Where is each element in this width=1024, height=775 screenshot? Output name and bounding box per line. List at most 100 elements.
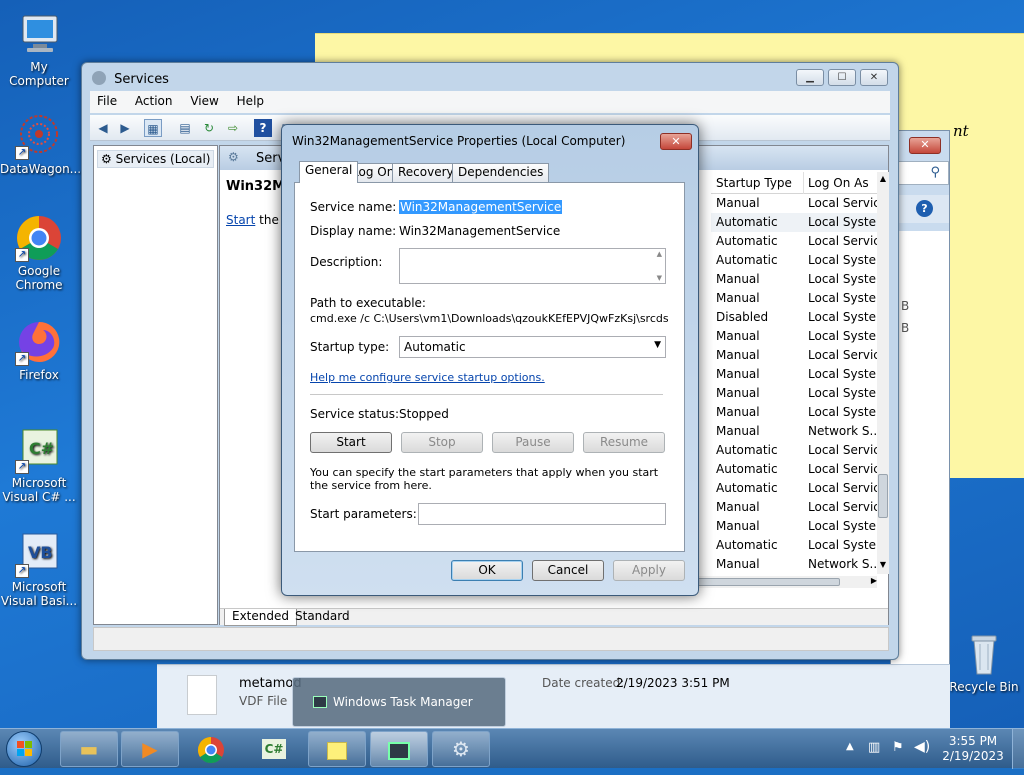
- startup-type-cell: Manual: [716, 386, 760, 400]
- table-row[interactable]: Manual Local Syste.: [711, 365, 877, 384]
- forward-arrow-icon[interactable]: ▶: [116, 119, 134, 137]
- table-row[interactable]: Automatic Local Syste.: [711, 536, 877, 555]
- taskbar-media-player-button[interactable]: ▶: [121, 731, 179, 767]
- table-row[interactable]: Manual Local Servic: [711, 346, 877, 365]
- stop-button[interactable]: Stop: [401, 432, 483, 453]
- close-icon[interactable]: ✕: [909, 137, 941, 154]
- network-icon[interactable]: ▥: [868, 740, 880, 755]
- scroll-up-icon[interactable]: ▲: [657, 250, 662, 258]
- start-service-link[interactable]: Start: [226, 213, 255, 227]
- desktop-icon-datawagon[interactable]: ↗ DataWagon...: [0, 112, 81, 176]
- menu-help[interactable]: Help: [230, 91, 271, 111]
- table-row[interactable]: Manual Local Syste.: [711, 270, 877, 289]
- tab-general[interactable]: General: [299, 161, 359, 183]
- table-row[interactable]: Automatic Local Servic: [711, 232, 877, 251]
- show-hidden-icons-button[interactable]: ▲: [846, 741, 854, 752]
- taskbar-sticky-notes-button[interactable]: [308, 731, 366, 767]
- service-name-value[interactable]: Win32ManagementService: [399, 200, 563, 214]
- vertical-scrollbar[interactable]: ▲ ▼: [877, 172, 889, 574]
- background-window[interactable]: ✕ ⚲ ? B B: [890, 130, 950, 671]
- show-desktop-button[interactable]: [1012, 729, 1024, 769]
- taskbar-services-button[interactable]: ⚙: [432, 731, 490, 767]
- properties-icon[interactable]: ▤: [176, 119, 194, 137]
- apply-button[interactable]: Apply: [613, 560, 685, 581]
- help-icon[interactable]: ?: [254, 119, 272, 137]
- properties-dialog[interactable]: Win32ManagementService Properties (Local…: [281, 124, 699, 596]
- taskbar-chrome-button[interactable]: [182, 731, 240, 767]
- chevron-down-icon: ▼: [654, 340, 661, 350]
- table-row[interactable]: Manual Network S...: [711, 422, 877, 441]
- desktop-icon-recycle-bin[interactable]: Recycle Bin: [944, 630, 1024, 694]
- display-name-value[interactable]: Win32ManagementService: [399, 224, 560, 238]
- tab-dependencies[interactable]: Dependencies: [452, 163, 550, 182]
- resume-button[interactable]: Resume: [583, 432, 665, 453]
- scroll-up-icon[interactable]: ▲: [877, 174, 889, 183]
- description-textbox[interactable]: ▲ ▼: [399, 248, 666, 284]
- scroll-down-icon[interactable]: ▼: [877, 560, 889, 569]
- menu-file[interactable]: File: [90, 91, 124, 111]
- menu-action[interactable]: Action: [128, 91, 180, 111]
- search-box[interactable]: ⚲: [891, 161, 949, 185]
- action-center-icon[interactable]: ⚑: [892, 740, 904, 755]
- table-row[interactable]: Automatic Local Servic: [711, 441, 877, 460]
- table-row[interactable]: Manual Local Syste.: [711, 517, 877, 536]
- taskbar-csharp-button[interactable]: C#: [245, 731, 303, 767]
- start-button[interactable]: [6, 731, 42, 767]
- desktop-icon-my-computer[interactable]: My Computer: [0, 10, 78, 88]
- svg-text:C#: C#: [29, 439, 54, 458]
- refresh-icon[interactable]: ↻: [200, 119, 218, 137]
- table-row[interactable]: Automatic Local Servic: [711, 479, 877, 498]
- services-menu-bar: File Action View Help: [90, 91, 890, 113]
- table-row[interactable]: Disabled Local Syste.: [711, 308, 877, 327]
- dialog-close-button[interactable]: ✕: [660, 133, 692, 150]
- table-row[interactable]: Manual Local Servic: [711, 194, 877, 213]
- tree-item-services-local[interactable]: ⚙ Services (Local): [97, 150, 215, 168]
- table-row[interactable]: Manual Local Syste.: [711, 327, 877, 346]
- export-list-icon[interactable]: ⇨: [224, 119, 242, 137]
- taskbar-thumbnail-tooltip[interactable]: Windows Task Manager: [292, 677, 506, 727]
- path-value[interactable]: cmd.exe /c C:\Users\vm1\Downloads\qzoukK…: [310, 312, 668, 325]
- column-header-startup-type[interactable]: Startup Type: [716, 176, 792, 190]
- desktop-icon-firefox[interactable]: ↗ Firefox: [0, 318, 78, 382]
- tab-recovery[interactable]: Recovery: [392, 163, 460, 182]
- tab-extended[interactable]: Extended: [224, 609, 297, 626]
- column-header-log-on-as[interactable]: Log On As: [808, 176, 869, 190]
- ok-button[interactable]: OK: [451, 560, 523, 581]
- desktop-icon-visual-basic[interactable]: VB ↗ Microsoft Visual Basi...: [0, 530, 78, 608]
- volume-icon[interactable]: ◀): [914, 739, 930, 755]
- taskbar-explorer-button[interactable]: ▬: [60, 731, 118, 767]
- taskbar-task-manager-button[interactable]: [370, 731, 428, 767]
- table-row[interactable]: Manual Local Servic: [711, 498, 877, 517]
- start-button[interactable]: Start: [310, 432, 392, 453]
- description-label: Description:: [310, 255, 383, 269]
- startup-type-select[interactable]: Automatic ▼: [399, 336, 666, 358]
- help-configure-link[interactable]: Help me configure service startup option…: [310, 371, 545, 384]
- close-button[interactable]: ✕: [860, 69, 888, 86]
- gear-icon: ⚙: [452, 737, 470, 761]
- scroll-thumb[interactable]: [878, 474, 888, 518]
- help-icon[interactable]: ?: [916, 200, 933, 217]
- tab-standard[interactable]: Standard: [290, 609, 355, 626]
- taskbar: ▬ ▶ C# ⚙ ▲ ▥ ⚑ ◀) 3:55 PM 2/19/2023: [0, 728, 1024, 769]
- pause-button[interactable]: Pause: [492, 432, 574, 453]
- table-row[interactable]: Automatic Local Syste.: [711, 213, 877, 232]
- maximize-button[interactable]: ☐: [828, 69, 856, 86]
- table-row[interactable]: Manual Local Syste.: [711, 403, 877, 422]
- show-hide-tree-icon[interactable]: ▦: [144, 119, 162, 137]
- cancel-button[interactable]: Cancel: [532, 560, 604, 581]
- table-row[interactable]: Automatic Local Syste.: [711, 251, 877, 270]
- table-row[interactable]: Manual Local Syste.: [711, 384, 877, 403]
- desktop-icon-visual-csharp[interactable]: C# ↗ Microsoft Visual C# ...: [0, 426, 78, 504]
- table-row[interactable]: Manual Network S...: [711, 555, 877, 574]
- minimize-button[interactable]: ▁: [796, 69, 824, 86]
- scroll-right-icon[interactable]: ▶: [871, 576, 877, 585]
- scroll-down-icon[interactable]: ▼: [657, 274, 662, 282]
- clock[interactable]: 3:55 PM 2/19/2023: [940, 734, 1006, 764]
- table-row[interactable]: Manual Local Syste.: [711, 289, 877, 308]
- desktop-icon-google-chrome[interactable]: ↗ Google Chrome: [0, 214, 78, 292]
- menu-view[interactable]: View: [183, 91, 225, 111]
- start-parameters-label: Start parameters:: [310, 507, 417, 521]
- back-arrow-icon[interactable]: ◀: [94, 119, 112, 137]
- table-row[interactable]: Automatic Local Servic: [711, 460, 877, 479]
- start-parameters-input[interactable]: [418, 503, 666, 525]
